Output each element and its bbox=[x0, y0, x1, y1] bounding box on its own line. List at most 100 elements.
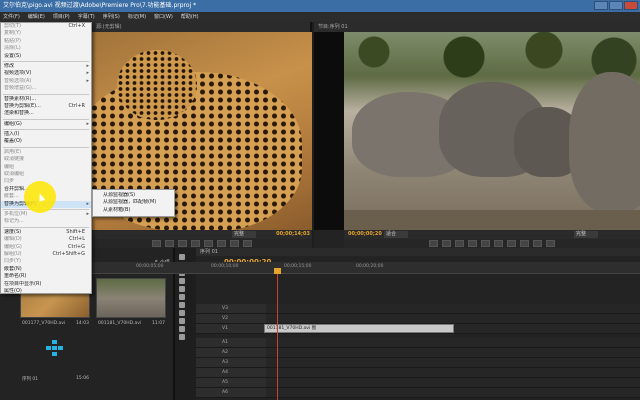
thumb-elephants[interactable] bbox=[96, 278, 166, 318]
menu-item-21[interactable]: 取消链接 bbox=[1, 156, 91, 163]
track-lane[interactable] bbox=[266, 358, 640, 367]
menu-item-40[interactable]: 属性(O) bbox=[1, 288, 91, 295]
menu-item-32[interactable]: 速度(S) Shift+E bbox=[1, 229, 91, 236]
menubar-item-5[interactable]: 标记(M) bbox=[128, 12, 146, 22]
lift-button[interactable] bbox=[520, 240, 529, 247]
timeline-tab[interactable]: 序列 01 bbox=[196, 248, 640, 256]
playhead-handle[interactable] bbox=[274, 268, 281, 274]
prog-mark-in-button[interactable] bbox=[429, 240, 438, 247]
track-lane[interactable] bbox=[266, 338, 640, 347]
timeline-clip[interactable]: 001181_V70HD.avi 图 bbox=[264, 324, 454, 333]
submenu-item-0[interactable]: 从源监视器(S) bbox=[93, 192, 174, 199]
track-lane[interactable] bbox=[266, 378, 640, 387]
selection-tool-icon[interactable] bbox=[179, 254, 185, 260]
menu-item-3[interactable]: 清除(L) bbox=[1, 45, 91, 52]
menu-item-4[interactable]: 设置(S) bbox=[1, 53, 91, 60]
slide-tool-icon[interactable] bbox=[179, 310, 185, 316]
menu-item-7[interactable]: 视频选项(V) ▸ bbox=[1, 70, 91, 77]
menubar-item-6[interactable]: 窗口(W) bbox=[154, 12, 173, 22]
menu-item-38[interactable]: 重命名(R) bbox=[1, 273, 91, 280]
menu-item-30[interactable]: 标记为... bbox=[1, 218, 91, 225]
sequence-icon[interactable] bbox=[46, 340, 64, 360]
prog-go-out-button[interactable] bbox=[507, 240, 516, 247]
track-header[interactable]: A6 bbox=[196, 388, 266, 397]
menu-item-17[interactable]: 插入(I) bbox=[1, 131, 91, 138]
menubar-item-4[interactable]: 序列(S) bbox=[103, 12, 120, 22]
track-lane[interactable] bbox=[266, 368, 640, 377]
menubar-item-3[interactable]: 字幕(T) bbox=[78, 12, 95, 22]
menu-item-36[interactable]: 同步(Y) bbox=[1, 258, 91, 265]
track-header[interactable]: V3 bbox=[196, 304, 266, 313]
rate-stretch-tool-icon[interactable] bbox=[179, 286, 185, 292]
export-frame-button[interactable] bbox=[243, 240, 252, 247]
menu-item-33[interactable]: 编辑(D) Ctrl+L bbox=[1, 236, 91, 243]
menu-item-2[interactable]: 粘贴(P) bbox=[1, 38, 91, 45]
track-header[interactable]: A3 bbox=[196, 358, 266, 367]
prog-export-frame-button[interactable] bbox=[546, 240, 555, 247]
source-fit-select[interactable]: 完整 bbox=[232, 231, 256, 238]
razor-tool-icon[interactable] bbox=[179, 294, 185, 300]
menu-item-13[interactable]: 渲染和替换... bbox=[1, 110, 91, 117]
menu-item-0[interactable]: 剪切(T) Ctrl+X bbox=[1, 23, 91, 30]
track-header[interactable]: A2 bbox=[196, 348, 266, 357]
maximize-button[interactable] bbox=[609, 1, 623, 10]
extract-button[interactable] bbox=[533, 240, 542, 247]
menu-item-39[interactable]: 在项目中显示(R) bbox=[1, 281, 91, 288]
program-monitor-tab[interactable]: 节目:序列 01 bbox=[314, 22, 640, 32]
menu-item-23[interactable]: 取消编组 bbox=[1, 171, 91, 178]
menu-item-6[interactable]: 修改 ▸ bbox=[1, 63, 91, 70]
prog-play-button[interactable] bbox=[481, 240, 490, 247]
menubar-item-2[interactable]: 项目(P) bbox=[53, 12, 70, 22]
menubar-item-7[interactable]: 帮助(H) bbox=[181, 12, 199, 22]
menu-item-1[interactable]: 复制(Y) bbox=[1, 30, 91, 37]
menu-item-22[interactable]: 编组 bbox=[1, 164, 91, 171]
menu-item-8[interactable]: 音频选项(A) ▸ bbox=[1, 78, 91, 85]
submenu-item-1[interactable]: 从源监视器，匹配帧(M) bbox=[93, 199, 174, 206]
menu-item-20[interactable]: 启用(E) bbox=[1, 149, 91, 156]
track-lane[interactable] bbox=[266, 348, 640, 357]
menu-item-29[interactable]: 多机位(M) ▸ bbox=[1, 211, 91, 218]
menu-item-37[interactable]: 嵌套(N) bbox=[1, 266, 91, 273]
track-header[interactable]: V1 bbox=[196, 324, 266, 333]
hand-tool-icon[interactable] bbox=[179, 326, 185, 332]
menu-item-34[interactable]: 编组(G) Ctrl+G bbox=[1, 244, 91, 251]
mark-out-button[interactable] bbox=[165, 240, 174, 247]
submenu-item-2[interactable]: 从素材箱(B) bbox=[93, 207, 174, 214]
step-back-button[interactable] bbox=[178, 240, 187, 247]
pen-tool-icon[interactable] bbox=[179, 318, 185, 324]
zoom-tool-icon[interactable] bbox=[179, 334, 185, 340]
slip-tool-icon[interactable] bbox=[179, 302, 185, 308]
menubar-item-1[interactable]: 编辑(E) bbox=[28, 12, 45, 22]
track-header[interactable]: A5 bbox=[196, 378, 266, 387]
menu-item-35[interactable]: 解组(U) Ctrl+Shift+G bbox=[1, 251, 91, 258]
insert-button[interactable] bbox=[217, 240, 226, 247]
menubar-item-0[interactable]: 文件(F) bbox=[3, 12, 20, 22]
track-lane[interactable] bbox=[266, 388, 640, 397]
close-button[interactable] bbox=[624, 1, 638, 10]
track-header[interactable]: V2 bbox=[196, 314, 266, 323]
menu-item-18[interactable]: 覆盖(O) bbox=[1, 138, 91, 145]
rolling-edit-tool-icon[interactable] bbox=[179, 278, 185, 284]
source-monitor-tab[interactable]: 源:(无剪辑) bbox=[92, 22, 310, 32]
menu-item-11[interactable]: 替换素材(R)... bbox=[1, 96, 91, 103]
program-resolution-select[interactable]: 完整 bbox=[574, 231, 598, 238]
step-forward-button[interactable] bbox=[204, 240, 213, 247]
menu-item-9[interactable]: 音频增益(G)... bbox=[1, 85, 91, 92]
minimize-button[interactable] bbox=[594, 1, 608, 10]
track-header[interactable]: A4 bbox=[196, 368, 266, 377]
timeline-ruler[interactable]: 00;0000;00;05;0000;00;10;0000;00;15;0000… bbox=[66, 262, 640, 274]
window-controls bbox=[594, 1, 638, 10]
track-lane[interactable] bbox=[266, 304, 640, 313]
program-fit-select[interactable]: 适合 bbox=[384, 231, 408, 238]
play-button[interactable] bbox=[191, 240, 200, 247]
prog-step-forward-button[interactable] bbox=[494, 240, 503, 247]
prog-mark-out-button[interactable] bbox=[442, 240, 451, 247]
prog-step-back-button[interactable] bbox=[468, 240, 477, 247]
prog-go-in-button[interactable] bbox=[455, 240, 464, 247]
mark-in-button[interactable] bbox=[152, 240, 161, 247]
menu-item-15[interactable]: 编组(G) ▸ bbox=[1, 121, 91, 128]
track-lane[interactable] bbox=[266, 314, 640, 323]
overwrite-button[interactable] bbox=[230, 240, 239, 247]
track-header[interactable]: A1 bbox=[196, 338, 266, 347]
menu-item-12[interactable]: 替换为剪辑(E)... Ctrl+R bbox=[1, 103, 91, 110]
